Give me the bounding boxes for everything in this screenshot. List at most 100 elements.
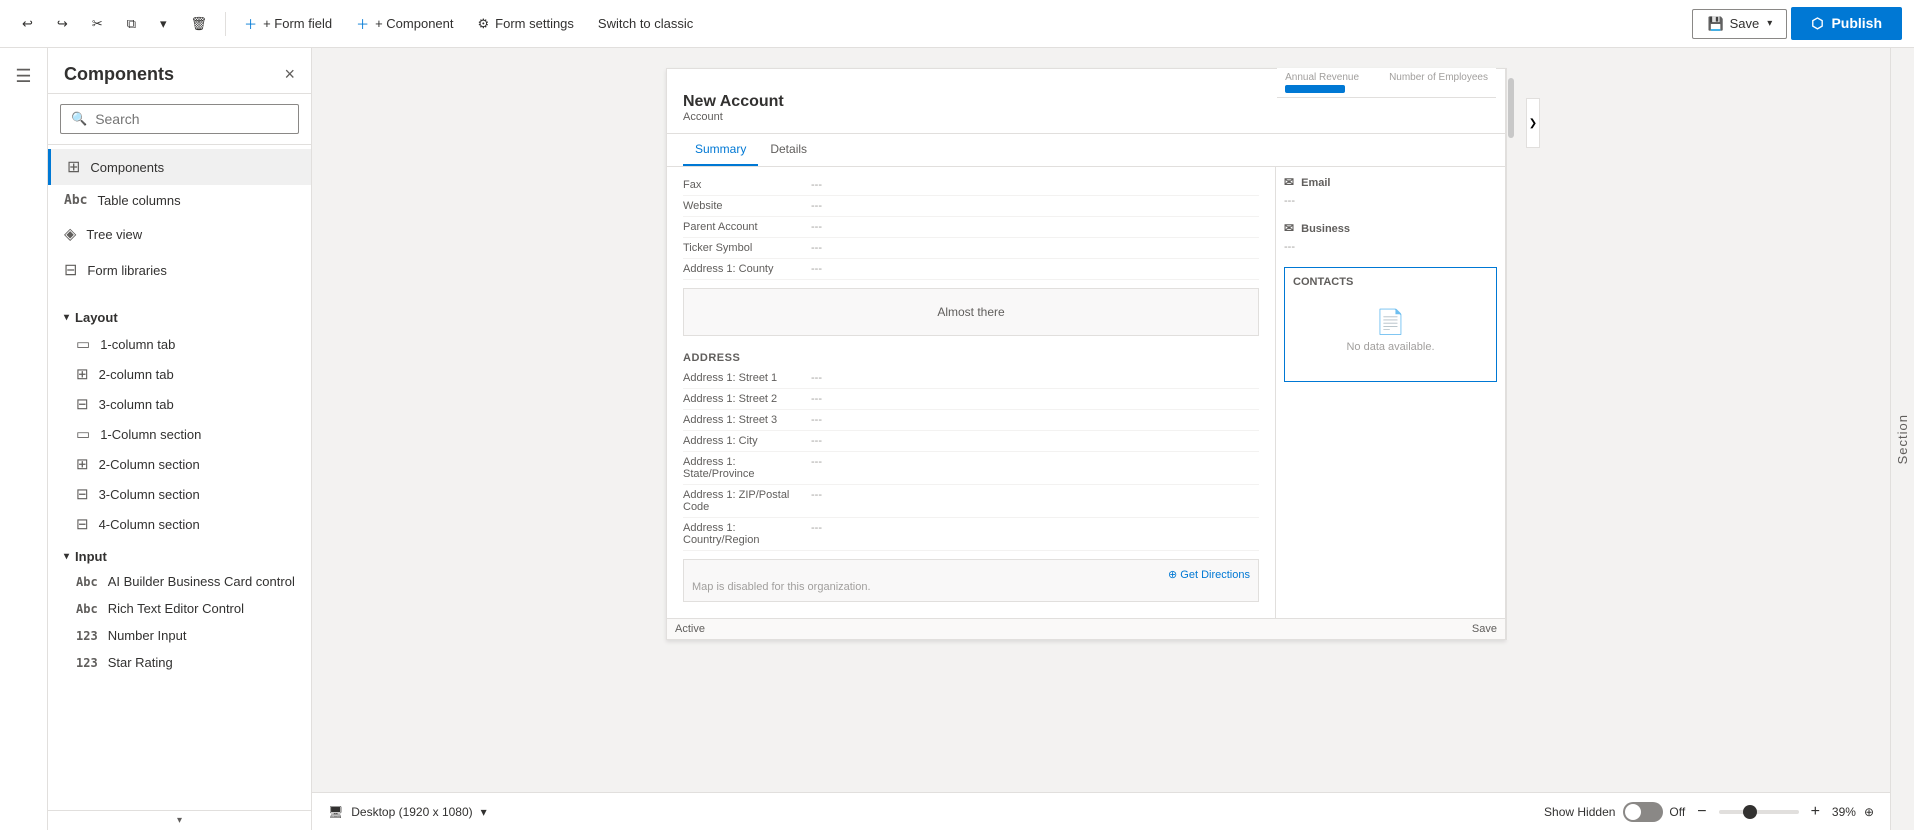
- component-button[interactable]: ＋ + Component: [346, 8, 463, 39]
- layout-3col-tab[interactable]: ⊟ 3-column tab: [48, 389, 311, 419]
- form-settings-button[interactable]: ⚙ Form settings: [468, 10, 584, 38]
- status-bar: 🖥 Desktop (1920 x 1080) ▾ Show Hidden Of…: [312, 792, 1890, 830]
- input-chevron-icon: ▾: [64, 551, 69, 562]
- save-button[interactable]: 💾 Save ▾: [1692, 9, 1787, 39]
- ai-builder-icon: Abc: [76, 575, 98, 589]
- form-tabs: Summary Details: [667, 134, 1505, 167]
- email-section: ✉ Email ---: [1284, 175, 1497, 209]
- device-label: Desktop (1920 x 1080): [351, 805, 472, 819]
- 3col-tab-icon: ⊟: [76, 395, 89, 413]
- canvas-area: Annual Revenue Number of Employees New A…: [312, 48, 1890, 830]
- rich-text-editor-control[interactable]: Abc Rich Text Editor Control: [48, 595, 311, 622]
- get-directions-button[interactable]: ⊕ Get Directions: [692, 568, 1250, 581]
- business-section: ✉ Business ---: [1284, 221, 1497, 255]
- switch-classic-button[interactable]: Switch to classic: [588, 10, 703, 37]
- table-columns-icon: Abc: [64, 193, 87, 208]
- business-section-title: ✉ Business: [1284, 221, 1497, 235]
- input-section-header[interactable]: ▾ Input: [48, 539, 311, 568]
- layout-2col-tab[interactable]: ⊞ 2-column tab: [48, 359, 311, 389]
- toolbar: ↩ ↪ ✂ ⧉ ▾ 🗑 ＋ + Form field ＋ + Component…: [0, 0, 1914, 48]
- sidebar-item-tree-view[interactable]: ◈ Tree view: [48, 216, 311, 252]
- search-box: 🔍: [60, 104, 299, 134]
- paste-dropdown-button[interactable]: ▾: [150, 10, 177, 38]
- reset-zoom-button[interactable]: ⊕: [1864, 805, 1874, 819]
- sidebar-header: Components ×: [48, 48, 311, 94]
- form-row-ticker: Ticker Symbol ---: [683, 238, 1259, 259]
- email-value: ---: [1284, 193, 1497, 209]
- undo-icon: ↩: [22, 16, 33, 32]
- no-data-text: No data available.: [1346, 341, 1434, 353]
- layout-2col-section[interactable]: ⊞ 2-Column section: [48, 449, 311, 479]
- plus-icon-1: ＋: [244, 14, 257, 33]
- zoom-slider[interactable]: [1719, 810, 1799, 814]
- show-hidden-toggle[interactable]: Off: [1623, 802, 1685, 822]
- form-row-street3: Address 1: Street 3 ---: [683, 410, 1259, 431]
- 2col-tab-icon: ⊞: [76, 365, 89, 383]
- paste-dropdown-icon: ▾: [160, 16, 167, 32]
- layout-section-header[interactable]: ▾ Layout: [48, 300, 311, 329]
- toggle-track[interactable]: [1623, 802, 1663, 822]
- copy-button[interactable]: ⧉: [117, 10, 146, 38]
- undo-button[interactable]: ↩: [12, 10, 43, 38]
- form-row-parent-account: Parent Account ---: [683, 217, 1259, 238]
- form-row-state: Address 1: State/Province ---: [683, 452, 1259, 485]
- redo-icon: ↪: [57, 16, 68, 32]
- sidebar-nav: ⊞ Components Abc Table columns ◈ Tree vi…: [48, 145, 311, 292]
- cut-icon: ✂: [92, 16, 103, 32]
- form-field-button[interactable]: ＋ + Form field: [234, 8, 342, 39]
- form-status-right: Save: [1472, 623, 1497, 635]
- sidebar-item-components[interactable]: ⊞ Components: [48, 149, 311, 185]
- components-icon: ⊞: [67, 157, 80, 177]
- form-row-street1: Address 1: Street 1 ---: [683, 368, 1259, 389]
- plus-icon-2: ＋: [356, 14, 369, 33]
- divider-1: [225, 12, 226, 36]
- form-row-website: Website ---: [683, 196, 1259, 217]
- publish-button[interactable]: ⬡ Publish: [1791, 7, 1902, 40]
- main-layout: ☰ Components × 🔍 ⊞ Components Abc Table …: [0, 48, 1914, 830]
- star-rating-control[interactable]: 123 Star Rating: [48, 649, 311, 676]
- map-section: ⊕ Get Directions Map is disabled for thi…: [683, 559, 1259, 602]
- sidebar-content: ▾ Layout ▭ 1-column tab ⊞ 2-column tab ⊟…: [48, 292, 311, 810]
- hamburger-menu-button[interactable]: ☰: [4, 56, 44, 96]
- form-row-city: Address 1: City ---: [683, 431, 1259, 452]
- redo-button[interactable]: ↪: [47, 10, 78, 38]
- layout-4col-section[interactable]: ⊟ 4-Column section: [48, 509, 311, 539]
- number-input-icon: 123: [76, 629, 98, 643]
- sidebar-item-table-columns[interactable]: Abc Table columns: [48, 185, 311, 216]
- email-section-title: ✉ Email: [1284, 175, 1497, 189]
- zoom-plus-button[interactable]: +: [1807, 803, 1824, 821]
- layout-1col-tab[interactable]: ▭ 1-column tab: [48, 329, 311, 359]
- sidebar-search: 🔍: [48, 94, 311, 145]
- form-scrollbar[interactable]: [1506, 68, 1514, 640]
- employees-stat: Number of Employees: [1389, 72, 1488, 93]
- sidebar-close-button[interactable]: ×: [284, 64, 295, 85]
- tree-view-icon: ◈: [64, 224, 76, 244]
- canvas-content: Annual Revenue Number of Employees New A…: [312, 48, 1890, 792]
- 4col-section-icon: ⊟: [76, 515, 89, 533]
- form-main: Fax --- Website --- Parent Account ---: [667, 167, 1275, 618]
- sidebar-item-form-libraries[interactable]: ⊟ Form libraries: [48, 252, 311, 288]
- settings-icon: ⚙: [478, 16, 490, 32]
- tab-summary[interactable]: Summary: [683, 134, 758, 166]
- sidebar-title: Components: [64, 64, 174, 85]
- no-data-icon: 📄: [1313, 308, 1468, 337]
- business-value: ---: [1284, 239, 1497, 255]
- device-dropdown-icon[interactable]: ▾: [481, 805, 487, 819]
- layout-3col-section[interactable]: ⊟ 3-Column section: [48, 479, 311, 509]
- cut-button[interactable]: ✂: [82, 10, 113, 38]
- delete-button[interactable]: 🗑: [181, 10, 218, 38]
- copy-icon: ⧉: [127, 16, 136, 32]
- annual-revenue-label: Annual Revenue: [1285, 72, 1359, 83]
- search-input[interactable]: [95, 111, 288, 127]
- right-panel-collapse-button[interactable]: ❯: [1526, 98, 1540, 148]
- form-preview: Annual Revenue Number of Employees New A…: [666, 68, 1506, 640]
- layout-chevron-icon: ▾: [64, 312, 69, 323]
- zoom-minus-button[interactable]: −: [1693, 803, 1710, 821]
- 2col-section-icon: ⊞: [76, 455, 89, 473]
- tab-details[interactable]: Details: [758, 134, 819, 166]
- number-input-control[interactable]: 123 Number Input: [48, 622, 311, 649]
- ai-builder-control[interactable]: Abc AI Builder Business Card control: [48, 568, 311, 595]
- layout-1col-section[interactable]: ▭ 1-Column section: [48, 419, 311, 449]
- star-rating-icon: 123: [76, 656, 98, 670]
- form-status-left: Active: [675, 623, 705, 635]
